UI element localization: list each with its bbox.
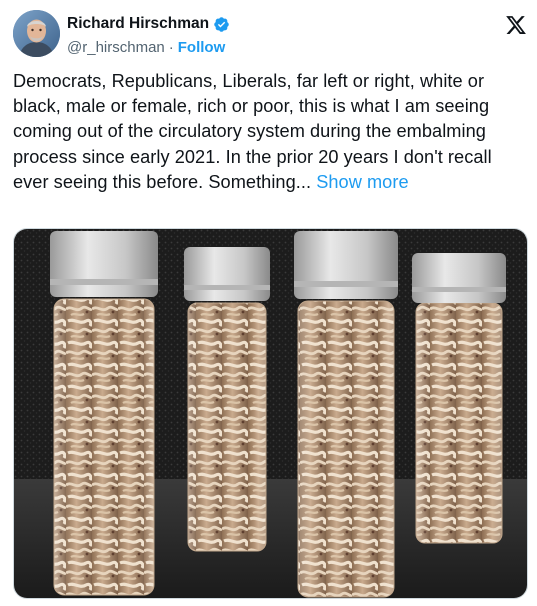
name-row: Richard Hirschman [67, 14, 230, 34]
tweet-text: Democrats, Republicans, Liberals, far le… [13, 69, 525, 195]
follow-button[interactable]: Follow [178, 39, 226, 56]
tweet-header: Richard Hirschman @r_hirschman · Follow [13, 10, 528, 62]
vial-1 [50, 231, 158, 596]
author-info: Richard Hirschman @r_hirschman · Follow [67, 14, 230, 56]
tweet-card: Richard Hirschman @r_hirschman · Follow … [0, 0, 537, 606]
separator-dot: · [168, 39, 174, 56]
handle-row: @r_hirschman · Follow [67, 39, 230, 56]
photo-vials-image [14, 229, 527, 598]
verified-badge-icon [214, 16, 229, 32]
vial-2 [184, 247, 270, 552]
author-display-name[interactable]: Richard Hirschman [67, 15, 209, 33]
avatar[interactable] [13, 10, 60, 57]
x-logo-icon[interactable] [504, 14, 528, 36]
tweet-body: Democrats, Republicans, Liberals, far le… [13, 71, 492, 192]
vial-4 [412, 253, 506, 544]
vial-3 [294, 231, 398, 598]
tweet-photo[interactable] [13, 228, 528, 599]
show-more-link[interactable]: Show more [316, 172, 408, 192]
author-handle[interactable]: @r_hirschman [67, 39, 165, 56]
